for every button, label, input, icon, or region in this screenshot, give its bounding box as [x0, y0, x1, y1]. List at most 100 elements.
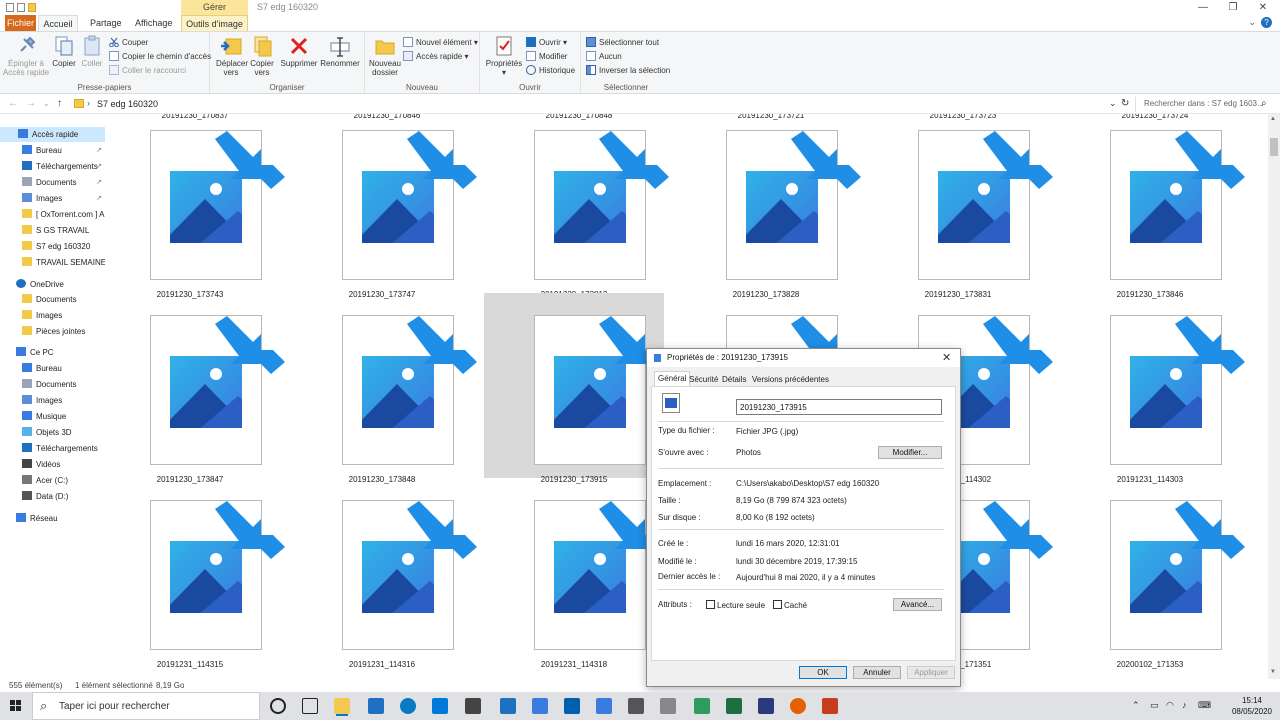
move-to-button[interactable]: Déplacer vers: [216, 35, 248, 77]
tray-overflow-icon[interactable]: ⌃: [1132, 700, 1140, 711]
vertical-scrollbar[interactable]: ▲ ▼: [1268, 114, 1280, 679]
task-view-icon[interactable]: [302, 698, 318, 714]
shield-icon[interactable]: [758, 698, 774, 714]
file-tile[interactable]: 20191230_173828: [676, 114, 861, 299]
history-button[interactable]: Historique: [526, 64, 575, 77]
open-button[interactable]: Ouvrir ▾: [526, 36, 567, 49]
select-none-button[interactable]: Aucun: [586, 50, 622, 63]
search-input[interactable]: Rechercher dans : S7 edg 1603... ⌕: [1135, 96, 1273, 112]
sidebar-item[interactable]: Réseau: [16, 511, 105, 526]
sidebar-item[interactable]: Pièces jointes: [22, 324, 105, 339]
refresh-icon[interactable]: ↻: [1121, 98, 1129, 109]
apply-button[interactable]: Appliquer: [907, 666, 955, 679]
sidebar-item[interactable]: Téléchargements: [22, 441, 105, 456]
scrollbar-thumb[interactable]: [1270, 138, 1278, 156]
keyboard-icon[interactable]: ⌨: [1198, 700, 1211, 711]
sidebar-item[interactable]: Documents: [22, 377, 105, 392]
greenshot-icon[interactable]: [694, 698, 710, 714]
back-arrow-icon[interactable]: ←: [8, 98, 18, 109]
recent-chevron-icon[interactable]: ⌄: [43, 99, 50, 108]
sidebar-item[interactable]: Documents: [22, 292, 105, 307]
mail-icon[interactable]: [500, 698, 516, 714]
wifi-icon[interactable]: ◠: [1166, 700, 1174, 711]
volume-icon[interactable]: ♪: [1182, 700, 1187, 710]
file-tile[interactable]: 20191230_173848: [292, 293, 477, 484]
sidebar-item[interactable]: S GS TRAVAIL: [22, 223, 105, 238]
sidebar-item[interactable]: Images: [22, 393, 105, 408]
new-folder-icon[interactable]: [28, 3, 36, 12]
sidebar-item[interactable]: S7 edg 160320: [22, 239, 105, 254]
forward-arrow-icon[interactable]: →: [26, 98, 36, 109]
paste-button[interactable]: Coller: [78, 35, 106, 68]
delete-button[interactable]: Supprimer: [280, 35, 318, 68]
sidebar-item[interactable]: OneDrive: [16, 277, 105, 292]
cortana-icon[interactable]: [270, 698, 286, 714]
sidebar-item[interactable]: TRAVAIL SEMAINE 0: [22, 255, 105, 270]
hidden-checkbox[interactable]: Caché: [773, 600, 807, 610]
tab-security[interactable]: Sécurité: [686, 373, 721, 386]
file-tile[interactable]: 20191230_173915: [484, 293, 669, 484]
edit-button[interactable]: Modifier: [526, 50, 567, 63]
minimize-button[interactable]: —: [1188, 0, 1218, 15]
sidebar-item[interactable]: Bureau: [22, 361, 105, 376]
tool-icon[interactable]: [532, 698, 548, 714]
cancel-button[interactable]: Annuler: [853, 666, 901, 679]
sidebar-item[interactable]: Documents ↗: [22, 175, 105, 190]
advanced-button[interactable]: Avancé...: [893, 598, 942, 611]
rename-button[interactable]: Renommer: [320, 35, 360, 68]
file-tile[interactable]: 20191231_114315: [105, 478, 285, 669]
sidebar-item[interactable]: Images ↗: [22, 191, 105, 206]
tab-details[interactable]: Détails: [719, 373, 749, 386]
close-window-button[interactable]: ✕: [1248, 0, 1278, 15]
help-icon[interactable]: ?: [1261, 17, 1272, 28]
tab-general[interactable]: Général: [654, 371, 691, 386]
clock[interactable]: 15:14 08/05/2020: [1232, 695, 1272, 717]
address-input[interactable]: › S7 edg 160320 ⌄: [70, 96, 1118, 112]
sidebar-item[interactable]: Data (D:): [22, 489, 105, 504]
save-icon[interactable]: [6, 3, 14, 12]
app-blue-icon[interactable]: [564, 698, 580, 714]
file-tile[interactable]: 20191230_173747: [292, 114, 477, 299]
powerpoint-icon[interactable]: [822, 698, 838, 714]
paste-shortcut-button[interactable]: Coller le raccourci: [109, 64, 186, 77]
properties-icon[interactable]: [17, 3, 25, 12]
start-button[interactable]: [0, 692, 32, 720]
file-explorer-icon[interactable]: [334, 698, 350, 714]
tab-file[interactable]: Fichier: [5, 15, 36, 31]
chevron-down-icon[interactable]: ⌄: [1248, 17, 1256, 28]
ok-button[interactable]: OK: [799, 666, 847, 679]
copy-to-button[interactable]: Copier vers: [248, 35, 276, 77]
file-tile[interactable]: 20191230_173743: [105, 114, 285, 299]
tab-home[interactable]: Accueil: [38, 15, 78, 31]
calendar-icon[interactable]: [368, 698, 384, 714]
sidebar-item[interactable]: Musique: [22, 409, 105, 424]
taskbar-search[interactable]: ⌕ Taper ici pour rechercher: [32, 692, 260, 720]
new-folder-button[interactable]: Nouveau dossier: [367, 35, 403, 77]
excel-icon[interactable]: [726, 698, 742, 714]
firefox-icon[interactable]: [790, 698, 806, 714]
tab-previous-versions[interactable]: Versions précédentes: [749, 373, 832, 386]
notepad-icon[interactable]: [596, 698, 612, 714]
edge-icon[interactable]: [400, 698, 416, 714]
network-app-icon[interactable]: [660, 698, 676, 714]
close-icon[interactable]: ✕: [942, 351, 951, 364]
store-icon[interactable]: [432, 698, 448, 714]
sidebar-item[interactable]: Acer (C:): [22, 473, 105, 488]
battery-icon[interactable]: ▭: [1150, 700, 1159, 711]
sidebar-item[interactable]: Accès rapide: [0, 127, 105, 142]
invert-selection-button[interactable]: Inverser la sélection: [586, 64, 670, 77]
copy-path-button[interactable]: Copier le chemin d'accès: [109, 50, 211, 63]
sidebar-item[interactable]: Images: [22, 308, 105, 323]
new-item-button[interactable]: Nouvel élément ▾: [403, 36, 478, 49]
cut-button[interactable]: Couper: [109, 36, 148, 49]
file-tile[interactable]: 20191230_173847: [105, 293, 285, 484]
tab-view[interactable]: Affichage: [127, 15, 180, 31]
up-arrow-icon[interactable]: ↑: [57, 98, 62, 109]
sidebar-item[interactable]: Vidéos: [22, 457, 105, 472]
sidebar-item[interactable]: Ce PC: [16, 345, 105, 360]
copy-button[interactable]: Copier: [50, 35, 78, 68]
address-dropdown-icon[interactable]: ⌄: [1109, 98, 1117, 109]
scroll-down-icon[interactable]: ▼: [1270, 669, 1276, 675]
sidebar-item[interactable]: Objets 3D: [22, 425, 105, 440]
change-app-button[interactable]: Modifier...: [878, 446, 942, 459]
